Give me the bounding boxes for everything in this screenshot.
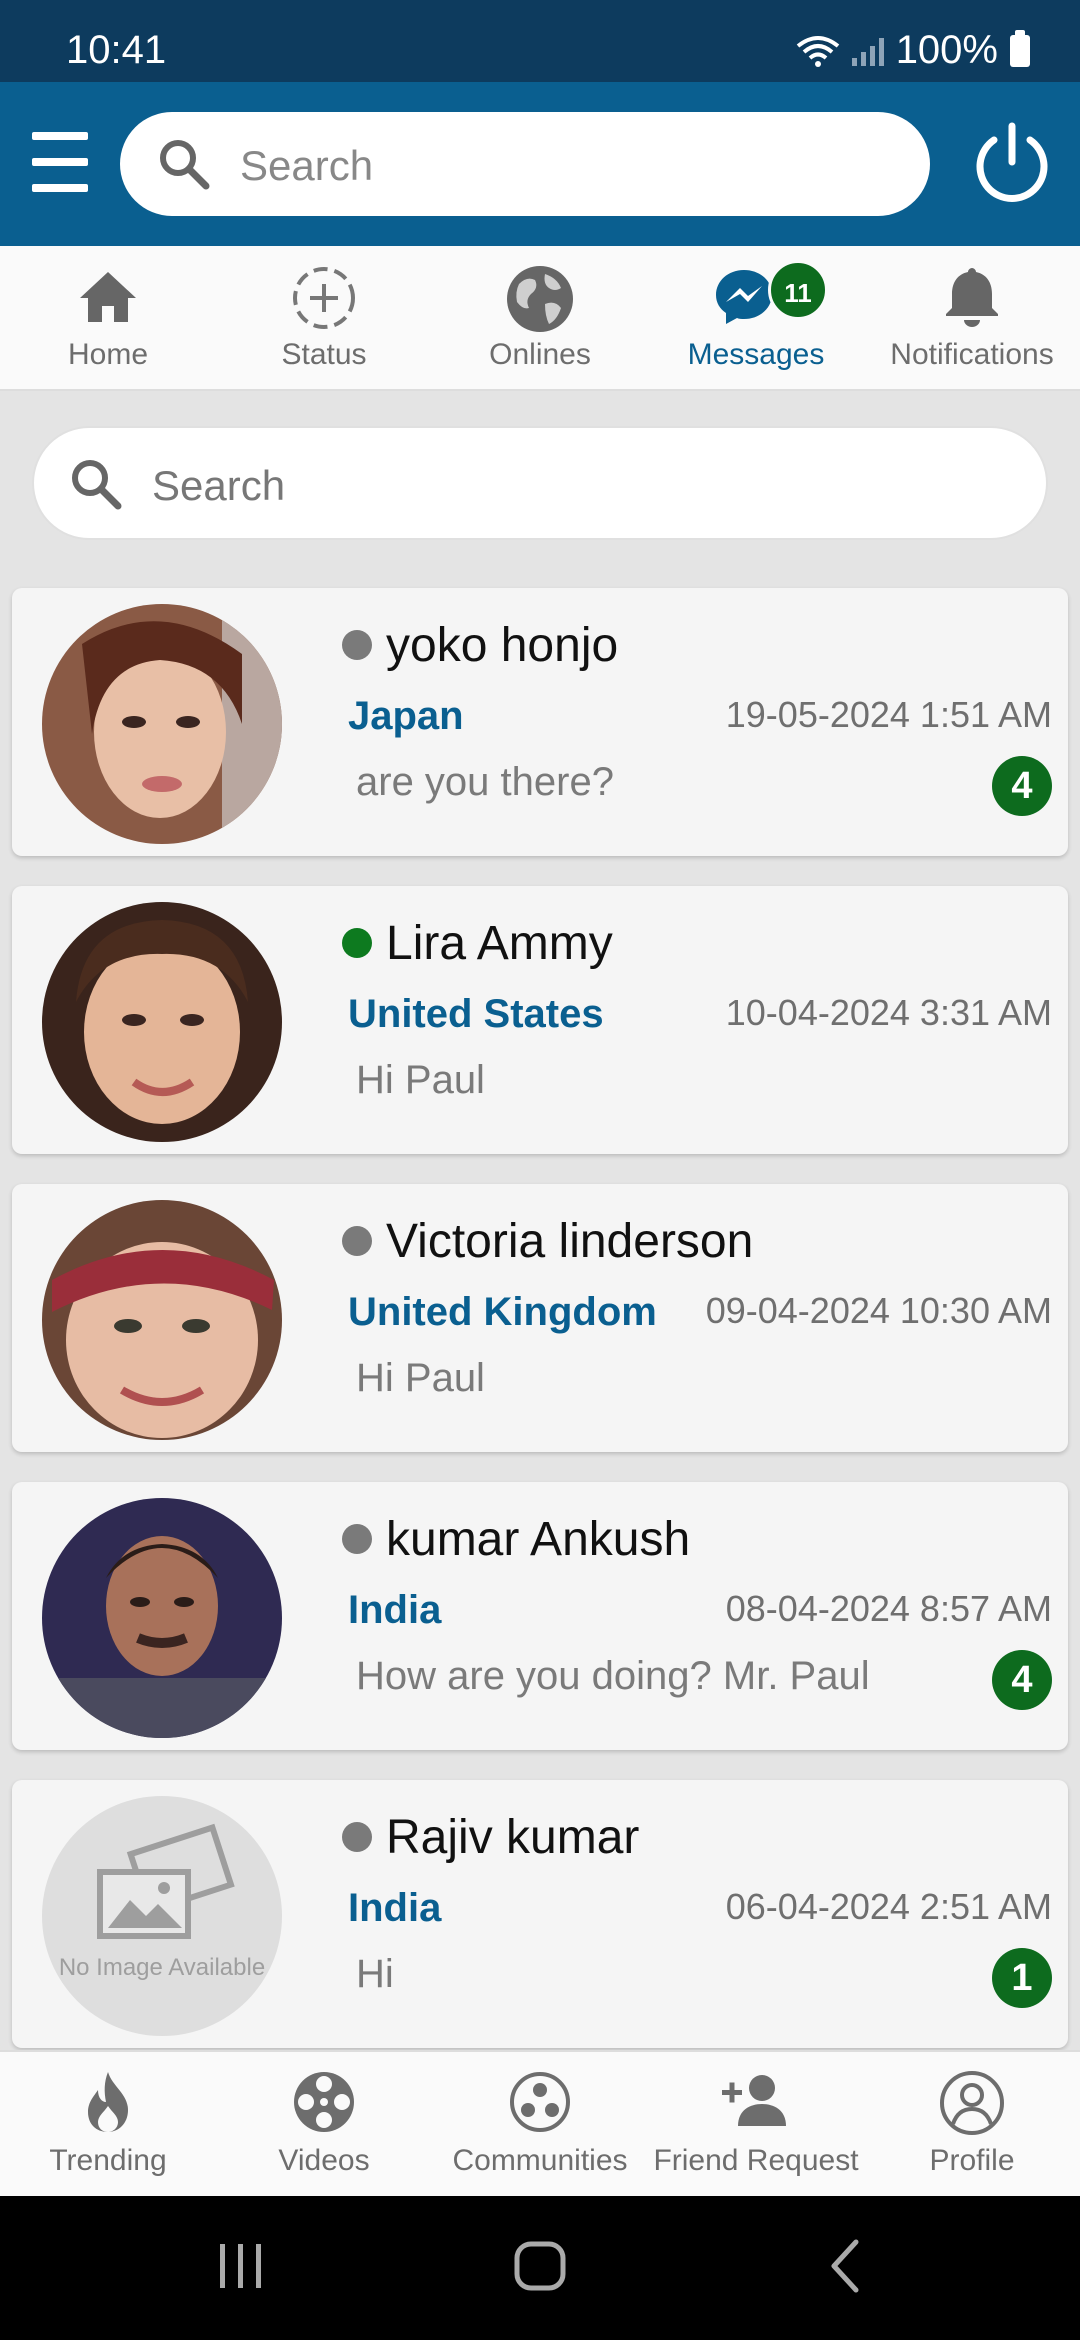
- film-reel-icon: [294, 2072, 354, 2132]
- contact-name: kumar Ankush: [386, 1513, 691, 1566]
- status-bar: 10:41 100%: [0, 0, 1080, 82]
- tab-home[interactable]: Home: [0, 246, 216, 391]
- home-nav-icon[interactable]: [513, 2236, 567, 2296]
- contact-name: Lira Ammy: [386, 917, 613, 970]
- status-icons: 100%: [796, 28, 1030, 73]
- system-nav-bar: [0, 2196, 1080, 2340]
- message-date: 08-04-2024 8:57 AM: [725, 1588, 1052, 1629]
- add-status-icon: [293, 267, 355, 329]
- contact-name: Victoria linderson: [386, 1215, 754, 1268]
- chat-item[interactable]: No Image Available Rajiv kumar India 06-…: [12, 1780, 1068, 2048]
- unread-count-badge: 4: [992, 756, 1052, 816]
- header-search-placeholder: Search: [240, 142, 374, 189]
- bottom-tab-friend-request-label: Friend Request: [653, 2144, 859, 2177]
- contact-country: India: [348, 1886, 442, 1930]
- no-image-icon: [97, 1823, 235, 1939]
- search-icon: [160, 140, 210, 190]
- tab-messages[interactable]: 11 Messages: [648, 246, 864, 391]
- bottom-tab-profile-label: Profile: [929, 2144, 1015, 2177]
- bell-icon: [946, 268, 998, 327]
- communities-icon: [510, 2072, 570, 2132]
- bottom-tab-trending-label: Trending: [49, 2144, 167, 2177]
- chat-item[interactable]: Lira Ammy United States 10-04-2024 3:31 …: [12, 886, 1068, 1154]
- battery-icon: [1010, 29, 1030, 67]
- status-time: 10:41: [66, 28, 167, 72]
- bottom-tab-communities-label: Communities: [452, 2144, 628, 2177]
- message-date: 06-04-2024 2:51 AM: [725, 1886, 1052, 1927]
- top-nav-tabs: Home Status Onlines 11 Messages Notifica…: [0, 246, 1080, 391]
- last-message: Hi: [356, 1952, 394, 1996]
- chat-item[interactable]: kumar Ankush India 08-04-2024 8:57 AM Ho…: [12, 1482, 1068, 1750]
- presence-dot: [342, 928, 372, 958]
- chat-item[interactable]: yoko honjo Japan 19-05-2024 1:51 AM are …: [12, 588, 1068, 856]
- presence-dot: [342, 1226, 372, 1256]
- header-search-input[interactable]: Search: [120, 112, 930, 216]
- avatar[interactable]: [42, 604, 282, 844]
- last-message: are you there?: [356, 760, 614, 804]
- menu-icon[interactable]: [32, 132, 88, 192]
- last-message: Hi Paul: [356, 1356, 485, 1400]
- bottom-nav: Trending Videos Communities Friend Reque…: [0, 2050, 1080, 2196]
- avatar[interactable]: [42, 1498, 282, 1738]
- flame-icon: [88, 2072, 128, 2132]
- chat-search-placeholder: Search: [152, 462, 286, 509]
- presence-dot: [342, 1524, 372, 1554]
- tab-onlines[interactable]: Onlines: [432, 246, 648, 391]
- battery-percent: 100%: [895, 28, 998, 72]
- bottom-tab-videos-label: Videos: [278, 2144, 370, 2177]
- contact-country: United States: [348, 992, 604, 1036]
- back-icon[interactable]: [826, 2236, 866, 2296]
- contact-name: yoko honjo: [386, 619, 619, 672]
- no-image-label: No Image Available: [58, 1954, 266, 1981]
- messenger-icon: [716, 270, 772, 324]
- contact-name: Rajiv kumar: [386, 1811, 640, 1864]
- add-person-icon: [722, 2075, 786, 2126]
- presence-dot: [342, 1822, 372, 1852]
- profile-icon: [940, 2071, 1004, 2135]
- recent-apps-icon[interactable]: [216, 2236, 266, 2296]
- chat-item[interactable]: Victoria linderson United Kingdom 09-04-…: [12, 1184, 1068, 1452]
- bottom-tab-friend-request[interactable]: Friend Request: [648, 2052, 864, 2198]
- power-icon[interactable]: [970, 122, 1054, 206]
- tab-notifications-label: Notifications: [890, 338, 1054, 371]
- tab-status[interactable]: Status: [216, 246, 432, 391]
- bottom-tab-videos[interactable]: Videos: [216, 2052, 432, 2198]
- tab-notifications[interactable]: Notifications: [864, 246, 1080, 391]
- unread-count-badge: 1: [992, 1948, 1052, 2008]
- search-icon: [72, 460, 122, 510]
- bottom-tab-trending[interactable]: Trending: [0, 2052, 216, 2198]
- unread-count-badge: 4: [992, 1650, 1052, 1710]
- tab-messages-label: Messages: [687, 338, 825, 371]
- tab-home-label: Home: [67, 338, 149, 371]
- message-date: 19-05-2024 1:51 AM: [725, 694, 1052, 735]
- contact-country: Japan: [348, 694, 464, 738]
- tab-onlines-label: Onlines: [489, 338, 591, 371]
- globe-icon: [507, 266, 573, 332]
- last-message: How are you doing? Mr. Paul: [356, 1654, 870, 1698]
- app-header: Search: [0, 82, 1080, 246]
- contact-country: India: [348, 1588, 442, 1632]
- wifi-icon: [796, 35, 839, 67]
- bottom-tab-communities[interactable]: Communities: [432, 2052, 648, 2198]
- avatar-placeholder[interactable]: No Image Available: [42, 1796, 282, 2036]
- chat-search-input[interactable]: Search: [32, 426, 1048, 540]
- messages-count-badge: 11: [768, 260, 828, 320]
- last-message: Hi Paul: [356, 1058, 485, 1102]
- home-icon: [80, 272, 136, 322]
- presence-dot: [342, 630, 372, 660]
- bottom-tab-profile[interactable]: Profile: [864, 2052, 1080, 2198]
- message-date: 09-04-2024 10:30 AM: [705, 1290, 1052, 1331]
- avatar[interactable]: [42, 902, 282, 1142]
- tab-status-label: Status: [281, 338, 367, 371]
- avatar[interactable]: [42, 1200, 282, 1440]
- message-date: 10-04-2024 3:31 AM: [725, 992, 1052, 1033]
- contact-country: United Kingdom: [348, 1290, 657, 1334]
- signal-icon: [851, 36, 884, 66]
